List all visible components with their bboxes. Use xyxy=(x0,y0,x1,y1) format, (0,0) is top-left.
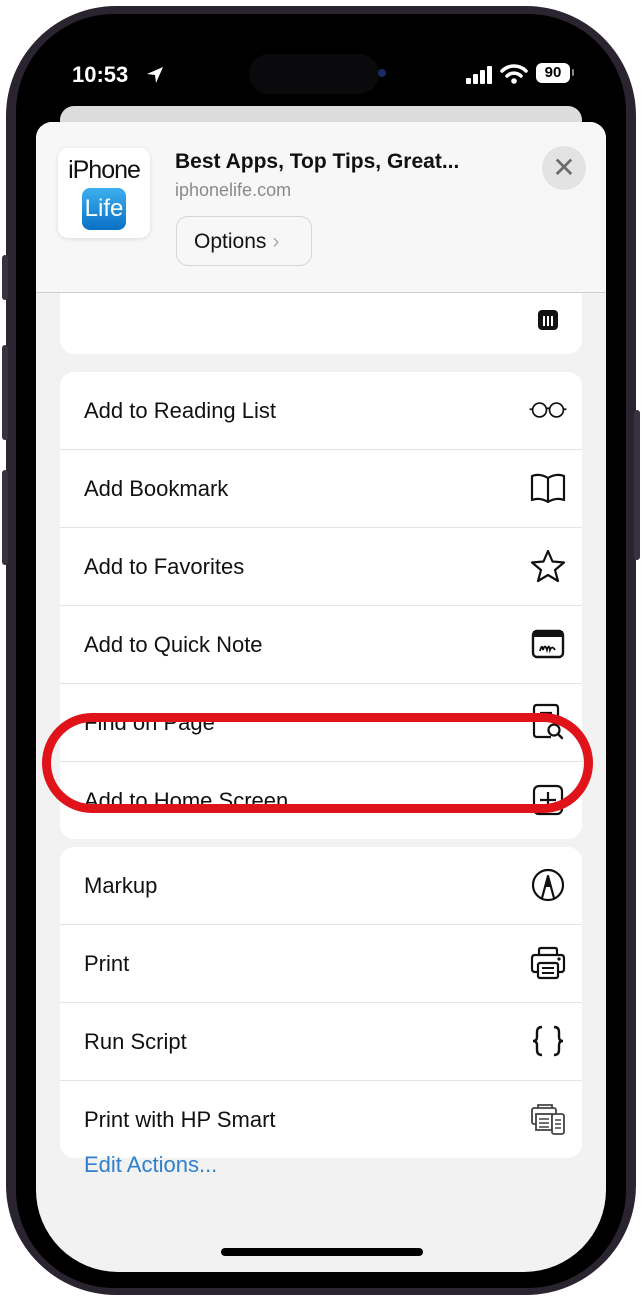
site-icon-text-top: iPhone xyxy=(68,156,141,184)
action-label: Add to Quick Note xyxy=(84,632,263,657)
dynamic-island xyxy=(249,54,379,94)
action-find-on-page[interactable]: Find on Page xyxy=(60,684,582,762)
action-label: Markup xyxy=(84,873,158,898)
status-time: 10:53 xyxy=(72,62,129,87)
add-square-icon xyxy=(528,782,568,818)
home-indicator[interactable] xyxy=(221,1248,423,1256)
screen: 10:53 90 iPhone Life Best Apps, Top Tips… xyxy=(36,32,606,1272)
action-label: Print with HP Smart xyxy=(84,1107,276,1132)
action-print-with-hp-smart[interactable]: Print with HP Smart xyxy=(60,1081,582,1158)
share-sheet: iPhone Life Best Apps, Top Tips, Great..… xyxy=(36,122,606,1272)
book-icon xyxy=(528,470,568,506)
battery-level: 90 xyxy=(536,63,570,83)
volume-up-button xyxy=(2,345,8,440)
action-button xyxy=(2,255,8,300)
action-label: Add Bookmark xyxy=(84,476,229,501)
printer-icon xyxy=(528,945,568,981)
action-label: Run Script xyxy=(84,1029,187,1054)
action-label: Add to Home Screen xyxy=(84,788,289,813)
action-label: Add to Favorites xyxy=(84,554,245,579)
action-label: Find on Page xyxy=(84,710,215,735)
action-group-2: Markup Print Run Script Print with HP Sm… xyxy=(60,847,582,1158)
find-on-page-icon xyxy=(528,703,568,740)
action-add-to-favorites[interactable]: Add to Favorites xyxy=(60,528,582,606)
edit-actions-link[interactable]: Edit Actions... xyxy=(84,1152,217,1178)
partial-row-icon xyxy=(528,302,568,338)
close-button[interactable]: ✕ xyxy=(542,146,586,190)
action-run-script[interactable]: Run Script xyxy=(60,1003,582,1081)
hp-smart-icon xyxy=(528,1101,568,1137)
site-icon: iPhone Life xyxy=(58,148,150,238)
volume-down-button xyxy=(2,470,8,565)
action-add-to-home-screen[interactable]: Add to Home Screen xyxy=(60,762,582,839)
action-add-bookmark[interactable]: Add Bookmark xyxy=(60,450,582,528)
action-markup[interactable]: Markup xyxy=(60,847,582,925)
braces-icon xyxy=(528,1023,568,1059)
action-label: Add to Reading List xyxy=(84,398,277,423)
share-header: iPhone Life Best Apps, Top Tips, Great..… xyxy=(36,122,606,293)
quick-note-icon xyxy=(528,626,568,662)
action-add-to-reading-list[interactable]: Add to Reading List xyxy=(60,372,582,450)
options-button[interactable]: Options › xyxy=(176,216,312,266)
camera-dot xyxy=(378,69,386,77)
chevron-right-icon: › xyxy=(272,230,280,253)
action-group-1: Add to Reading List Add Bookmark Add to … xyxy=(60,372,582,839)
cellular-signal-icon xyxy=(466,66,494,89)
close-icon: ✕ xyxy=(552,152,576,183)
options-label: Options xyxy=(194,230,267,253)
action-print[interactable]: Print xyxy=(60,925,582,1003)
wifi-icon xyxy=(500,64,528,89)
star-icon xyxy=(528,548,568,584)
glasses-icon xyxy=(528,392,568,428)
site-icon-text-bottom: Life xyxy=(82,188,126,230)
status-bar: 10:53 90 xyxy=(36,32,606,112)
battery-tip xyxy=(572,69,574,76)
page-title: Best Apps, Top Tips, Great... xyxy=(175,150,460,173)
markup-icon xyxy=(528,867,568,903)
page-url: iphonelife.com xyxy=(175,180,292,200)
power-button xyxy=(634,410,640,560)
location-arrow-icon xyxy=(146,66,164,89)
action-label: Print xyxy=(84,951,130,976)
action-add-to-quick-note[interactable]: Add to Quick Note xyxy=(60,606,582,684)
